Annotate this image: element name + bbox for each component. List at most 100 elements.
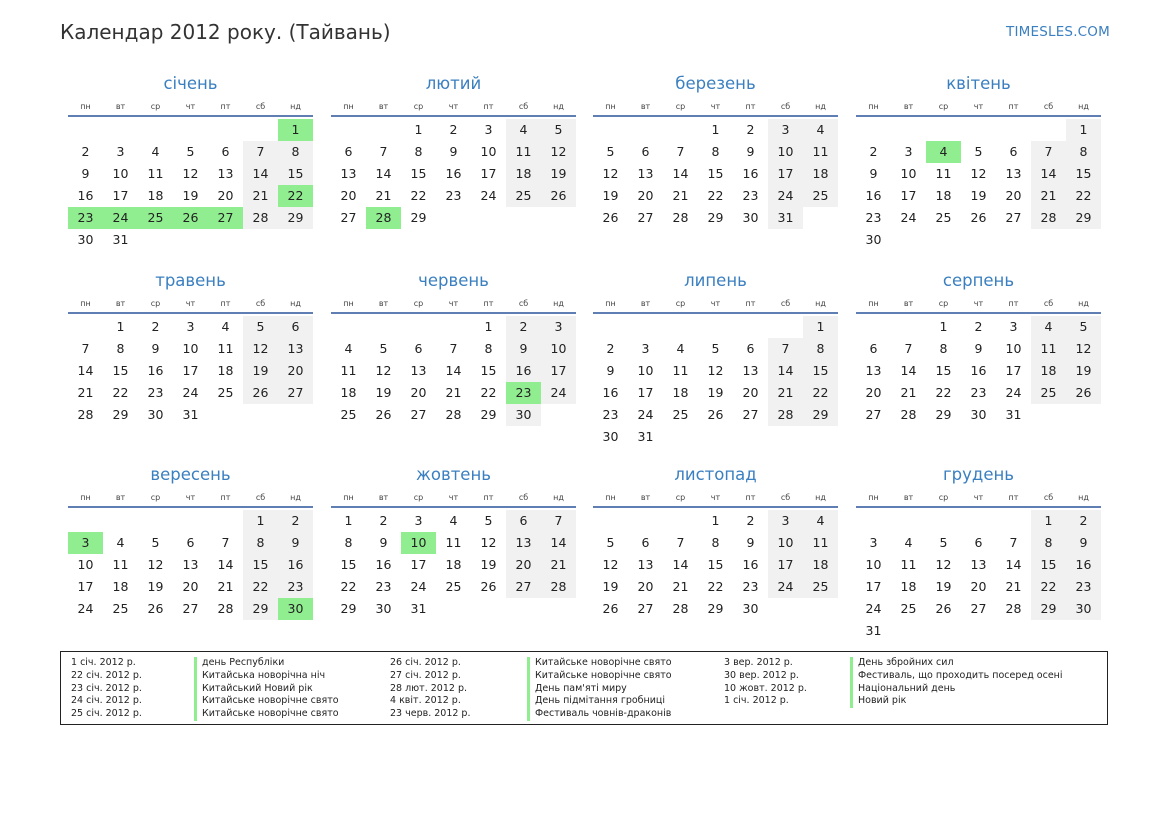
day-cell: 28 — [445, 407, 462, 422]
day-cell: 9 — [606, 363, 615, 378]
weekday-label: нд — [290, 102, 301, 111]
day-cell: 14 — [541, 532, 576, 554]
legend-holiday-name: День підмітання гробниці — [527, 695, 672, 709]
day-cell-holiday: 22 — [278, 185, 313, 207]
day-blank — [856, 510, 891, 532]
day-cell: 28 — [1005, 601, 1022, 616]
day-cell: 17 — [768, 554, 803, 576]
day-cell: 17 — [77, 579, 94, 594]
weekday-header: пн вт ср чт пт сб нд — [68, 98, 313, 117]
weekday-label: ср — [150, 493, 161, 502]
day-cell: 29 — [707, 601, 724, 616]
day-cell: 29 — [707, 210, 724, 225]
weekday-label: ср — [150, 299, 161, 308]
day-cell: 9 — [379, 535, 388, 550]
day-cell: 19 — [707, 385, 724, 400]
day-blank — [926, 119, 961, 141]
day-cell: 13 — [506, 532, 541, 554]
weekday-header: пн вт ср чт пт сб нд — [68, 489, 313, 508]
days-grid: 1 2 3 4 5 6 7 8 9 10 11 12 13 14 15 16 17 18 19 20 21 22 23 24 2… — [593, 316, 838, 448]
day-cell: 10 — [768, 141, 803, 163]
day-cell-holiday: 23 — [68, 207, 103, 229]
day-blank — [173, 119, 208, 141]
day-cell: 30 — [506, 404, 541, 426]
day-cell: 25 — [672, 407, 689, 422]
weekday-label: вт — [640, 102, 651, 111]
day-cell: 2 — [1066, 510, 1101, 532]
weekday-label: нд — [1078, 102, 1089, 111]
day-cell: 30 — [1066, 598, 1101, 620]
day-blank — [1031, 119, 1066, 141]
day-cell: 5 — [151, 535, 160, 550]
day-blank — [243, 119, 278, 141]
day-blank — [768, 316, 803, 338]
legend-name-column: День збройних сил Фестиваль, що проходить… — [850, 657, 1063, 709]
day-cell: 26 — [480, 579, 497, 594]
day-cell: 8 — [803, 338, 838, 360]
day-cell: 9 — [746, 144, 755, 159]
day-cell: 4 — [506, 119, 541, 141]
legend-holiday-name: Китайське новорічне свято — [194, 695, 339, 709]
day-cell: 6 — [641, 535, 650, 550]
day-cell: 23 — [147, 385, 164, 400]
day-blank — [891, 316, 926, 338]
day-cell: 10 — [182, 341, 199, 356]
day-cell: 11 — [803, 141, 838, 163]
day-cell-holiday: 25 — [138, 207, 173, 229]
day-cell: 25 — [900, 601, 917, 616]
day-cell: 11 — [900, 557, 917, 572]
day-cell: 12 — [602, 166, 619, 181]
weekday-label: пт — [483, 102, 494, 111]
weekday-label: сб — [518, 102, 529, 111]
day-cell: 6 — [414, 341, 423, 356]
day-cell: 12 — [243, 338, 278, 360]
day-cell: 12 — [970, 166, 987, 181]
day-cell: 2 — [506, 316, 541, 338]
day-cell: 4 — [449, 513, 458, 528]
day-cell: 17 — [480, 166, 497, 181]
day-cell: 17 — [541, 360, 576, 382]
day-cell: 1 — [939, 319, 948, 334]
day-cell: 14 — [672, 557, 689, 572]
legend-holiday-name: Китайська новорічна ніч — [194, 669, 339, 683]
day-cell: 20 — [1005, 188, 1022, 203]
weekday-label: ср — [675, 102, 686, 111]
day-cell: 16 — [375, 557, 392, 572]
day-cell: 8 — [243, 532, 278, 554]
day-cell: 4 — [904, 535, 913, 550]
day-cell: 26 — [707, 407, 724, 422]
day-cell: 23 — [445, 188, 462, 203]
day-cell: 31 — [182, 407, 199, 422]
month-name: квітень — [946, 74, 1011, 93]
day-cell: 8 — [711, 144, 720, 159]
day-cell: 17 — [112, 188, 129, 203]
day-cell: 21 — [77, 385, 94, 400]
legend-date-column: 26 січ. 2012 р. 27 січ. 2012 р. 28 лют. 20… — [390, 657, 470, 721]
legend-date-column: 1 січ. 2012 р. 22 січ. 2012 р. 23 січ. 201… — [71, 657, 142, 721]
day-cell: 10 — [77, 557, 94, 572]
day-cell: 26 — [602, 601, 619, 616]
day-cell: 18 — [112, 579, 129, 594]
day-cell: 6 — [186, 535, 195, 550]
weekday-label: сб — [518, 299, 529, 308]
day-cell: 25 — [112, 601, 129, 616]
day-cell: 28 — [1031, 207, 1066, 229]
days-grid: 1 2 3 4 5 6 7 8 9 10 11 12 13 14 15 16 17 18 19 20 21 22 23 24 2… — [593, 510, 838, 620]
day-cell: 21 — [672, 188, 689, 203]
day-cell: 9 — [869, 166, 878, 181]
month-name: січень — [163, 74, 218, 93]
day-cell: 27 — [1005, 210, 1022, 225]
day-cell: 24 — [77, 601, 94, 616]
day-blank — [208, 510, 243, 532]
day-cell: 19 — [147, 579, 164, 594]
month-name: вересень — [150, 465, 231, 484]
weekday-label: чт — [448, 102, 459, 111]
day-cell: 27 — [410, 407, 427, 422]
day-cell: 28 — [243, 207, 278, 229]
legend-date: 10 жовт. 2012 р. — [724, 682, 807, 694]
day-cell: 15 — [410, 166, 427, 181]
weekday-label: вт — [378, 102, 389, 111]
day-cell: 15 — [340, 557, 357, 572]
legend-date: 24 січ. 2012 р. — [71, 695, 142, 707]
day-cell: 27 — [865, 407, 882, 422]
